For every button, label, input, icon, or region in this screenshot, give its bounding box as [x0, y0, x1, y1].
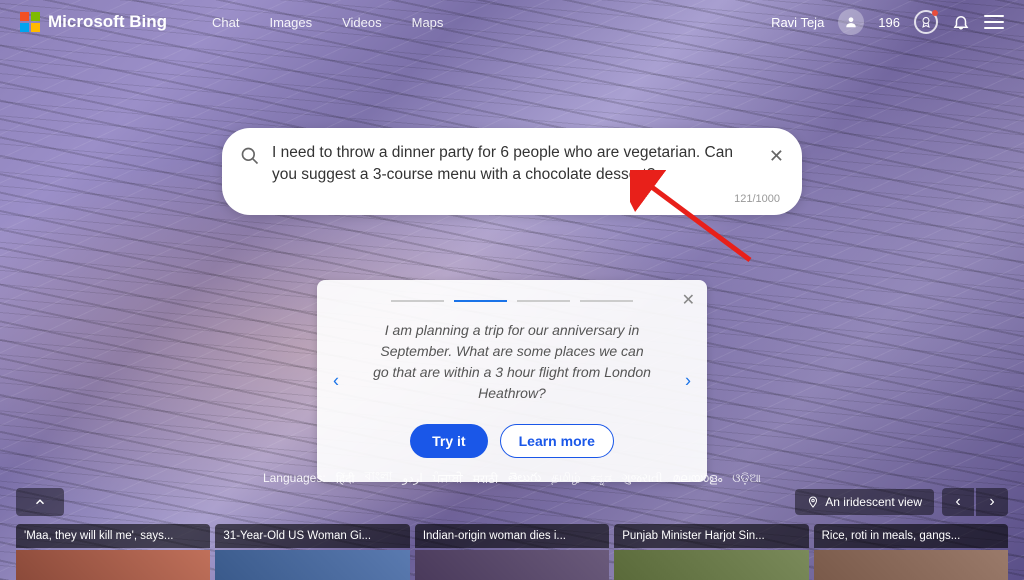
nav-chat[interactable]: Chat — [212, 15, 239, 30]
languages-bar: Languages: हिंदी বাংলা اردو ਪੰਜਾਬੀ मराठी… — [263, 468, 761, 488]
news-thumbnail — [614, 550, 808, 580]
news-card[interactable]: Punjab Minister Harjot Sin... — [614, 524, 808, 580]
lang-link[interactable]: ગુજરાતી — [622, 471, 663, 486]
rewards-icon[interactable] — [914, 10, 938, 34]
microsoft-logo-icon — [20, 12, 40, 32]
prev-wallpaper-button[interactable]: ‹ — [942, 488, 974, 516]
image-info-pill[interactable]: An iridescent view — [795, 489, 934, 515]
try-it-button[interactable]: Try it — [410, 424, 487, 458]
location-pin-icon — [807, 496, 819, 508]
news-headline: 'Maa, they will kill me', says... — [16, 524, 210, 548]
lang-link[interactable]: ಕನ್ನಡ — [591, 471, 612, 486]
image-caption: An iridescent view — [825, 495, 922, 509]
promo-example-text: I am planning a trip for our anniversary… — [371, 320, 653, 404]
search-icon — [240, 146, 260, 166]
chevron-left-icon[interactable]: ‹ — [333, 371, 339, 392]
avatar[interactable] — [838, 9, 864, 35]
news-headline: Punjab Minister Harjot Sin... — [614, 524, 808, 548]
rewards-points[interactable]: 196 — [878, 15, 900, 30]
news-card[interactable]: 'Maa, they will kill me', says... — [16, 524, 210, 580]
news-card[interactable]: 31-Year-Old US Woman Gi... — [215, 524, 409, 580]
person-icon — [844, 15, 858, 29]
languages-label: Languages: — [263, 471, 326, 485]
user-name[interactable]: Ravi Teja — [771, 15, 824, 30]
search-query-text[interactable]: I need to throw a dinner party for 6 peo… — [272, 142, 752, 185]
news-thumbnail — [16, 550, 210, 580]
news-thumbnail — [814, 550, 1008, 580]
bottom-bar: An iridescent view ‹ › 'Maa, they will k… — [0, 492, 1024, 580]
news-headline: 31-Year-Old US Woman Gi... — [215, 524, 409, 548]
notifications-icon[interactable] — [952, 13, 970, 31]
close-icon[interactable]: ✕ — [682, 290, 695, 310]
lang-link[interactable]: తెలుగు — [508, 470, 541, 487]
news-headline: Indian-origin woman dies i... — [415, 524, 609, 548]
news-strip: 'Maa, they will kill me', says... 31-Yea… — [16, 524, 1008, 580]
header-bar: Microsoft Bing Chat Images Videos Maps R… — [0, 0, 1024, 44]
nav-videos[interactable]: Videos — [342, 15, 382, 30]
lang-link[interactable]: हिंदी — [336, 470, 355, 487]
news-thumbnail — [415, 550, 609, 580]
news-card[interactable]: Rice, roti in meals, gangs... — [814, 524, 1008, 580]
wallpaper-nav: ‹ › — [942, 488, 1008, 516]
lang-link[interactable]: ଓଡ଼ିଆ — [732, 471, 761, 486]
lang-link[interactable]: मराठी — [473, 470, 498, 487]
news-thumbnail — [215, 550, 409, 580]
search-box[interactable]: I need to throw a dinner party for 6 peo… — [222, 128, 802, 215]
logo-group[interactable]: Microsoft Bing — [20, 12, 167, 32]
primary-nav: Chat Images Videos Maps — [212, 15, 443, 30]
carousel-indicators[interactable] — [371, 300, 653, 302]
char-count: 121/1000 — [734, 193, 780, 205]
learn-more-button[interactable]: Learn more — [500, 424, 614, 458]
hamburger-menu-icon[interactable] — [984, 15, 1004, 29]
lang-link[interactable]: اردو — [402, 471, 422, 485]
brand-name: Microsoft Bing — [48, 12, 167, 32]
chevron-up-icon — [33, 495, 47, 509]
nav-maps[interactable]: Maps — [412, 15, 444, 30]
news-headline: Rice, roti in meals, gangs... — [814, 524, 1008, 548]
lang-link[interactable]: தமிழ் — [551, 470, 580, 486]
header-right: Ravi Teja 196 — [771, 9, 1004, 35]
nav-images[interactable]: Images — [269, 15, 312, 30]
lang-link[interactable]: ਪੰਜਾਬੀ — [433, 471, 463, 486]
promo-card: ✕ ‹ › I am planning a trip for our anniv… — [317, 280, 707, 482]
news-card[interactable]: Indian-origin woman dies i... — [415, 524, 609, 580]
clear-search-icon[interactable]: ✕ — [769, 146, 784, 167]
next-wallpaper-button[interactable]: › — [976, 488, 1008, 516]
chevron-right-icon[interactable]: › — [685, 371, 691, 392]
expand-news-button[interactable] — [16, 488, 64, 516]
lang-link[interactable]: বাংলা — [365, 468, 393, 488]
lang-link[interactable]: മലയാളം — [673, 471, 723, 486]
